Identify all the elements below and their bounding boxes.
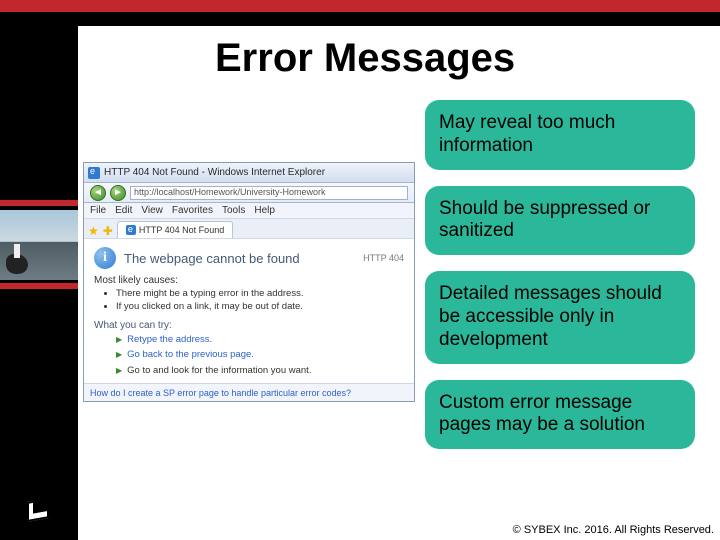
favorites-star-icon[interactable]: ★ — [88, 224, 99, 238]
causes-list: There might be a typing error in the add… — [116, 288, 404, 314]
browser-tab[interactable]: HTTP 404 Not Found — [117, 221, 233, 238]
try-label: What you can try: — [94, 320, 404, 331]
url-field[interactable]: http://localhost/Homework/University-Hom… — [130, 186, 408, 200]
browser-content: i The webpage cannot be found HTTP 404 M… — [84, 239, 414, 403]
forward-button-icon[interactable]: ► — [110, 185, 126, 201]
bullet-icon: ▶ — [116, 350, 122, 361]
menu-tools[interactable]: Tools — [222, 205, 245, 216]
browser-titlebar: HTTP 404 Not Found - Windows Internet Ex… — [84, 163, 414, 183]
causes-label: Most likely causes: — [94, 275, 404, 286]
lighthouse-thumbnail — [0, 210, 78, 280]
sybex-logo: SYBEX — [12, 496, 66, 534]
accent-band — [0, 200, 78, 206]
browser-statusbar: How do I create a SP error page to handl… — [84, 383, 414, 401]
logo-cube-icon — [25, 496, 53, 520]
try-item: ▶ Go back to the previous page. — [116, 349, 404, 362]
browser-menubar: File Edit View Favorites Tools Help — [84, 203, 414, 219]
accent-red-top — [0, 0, 78, 12]
tab-label: HTTP 404 Not Found — [139, 225, 224, 235]
slide-title: Error Messages — [215, 36, 515, 81]
menu-file[interactable]: File — [90, 205, 106, 216]
try-list: ▶ Retype the address. ▶ Go back to the pre… — [116, 334, 404, 378]
statusbar-text: How do I create a SP error page to handl… — [90, 388, 351, 398]
thumbnail-lighthouse — [14, 244, 20, 258]
info-icon: i — [94, 247, 116, 269]
callout: Should be suppressed or sanitized — [425, 186, 695, 256]
goto-text: Go to and look for the information you w… — [127, 365, 311, 378]
menu-edit[interactable]: Edit — [115, 205, 132, 216]
top-black-bar — [78, 12, 720, 26]
error-heading: The webpage cannot be found — [124, 251, 300, 266]
try-item: ▶ Go to and look for the information you … — [116, 365, 404, 378]
retype-link[interactable]: Retype the address. — [127, 334, 212, 347]
browser-tabsbar: ★ ✚ HTTP 404 Not Found — [84, 219, 414, 239]
add-favorites-icon[interactable]: ✚ — [103, 224, 113, 238]
menu-help[interactable]: Help — [254, 205, 275, 216]
window-title: HTTP 404 Not Found - Windows Internet Ex… — [104, 167, 325, 178]
left-accent-column — [0, 0, 78, 540]
tab-favicon-icon — [126, 225, 136, 235]
cause-item: There might be a typing error in the add… — [116, 288, 404, 301]
callout: May reveal too much information — [425, 100, 695, 170]
callouts: May reveal too much information Should b… — [425, 100, 695, 465]
go-back-link[interactable]: Go back to the previous page. — [127, 349, 254, 362]
try-item: ▶ Retype the address. — [116, 334, 404, 347]
callout: Detailed messages should be accessible o… — [425, 271, 695, 363]
callout: Custom error message pages may be a solu… — [425, 380, 695, 450]
browser-address-bar: ◄ ► http://localhost/Homework/University… — [84, 183, 414, 203]
top-red-bar — [78, 0, 720, 12]
bullet-icon: ▶ — [116, 335, 122, 346]
logo-text: SYBEX — [12, 522, 66, 534]
http-status-code: HTTP 404 — [363, 253, 404, 263]
copyright: © SYBEX Inc. 2016. All Rights Reserved. — [513, 524, 714, 536]
menu-favorites[interactable]: Favorites — [172, 205, 213, 216]
browser-window: HTTP 404 Not Found - Windows Internet Ex… — [83, 162, 415, 402]
ie-favicon-icon — [88, 167, 100, 179]
menu-view[interactable]: View — [141, 205, 163, 216]
cause-item: If you clicked on a link, it may be out … — [116, 301, 404, 314]
back-button-icon[interactable]: ◄ — [90, 185, 106, 201]
accent-band — [0, 283, 78, 289]
slide: Error Messages HTTP 404 Not Found - Wind… — [0, 0, 720, 540]
bullet-icon: ▶ — [116, 366, 122, 377]
